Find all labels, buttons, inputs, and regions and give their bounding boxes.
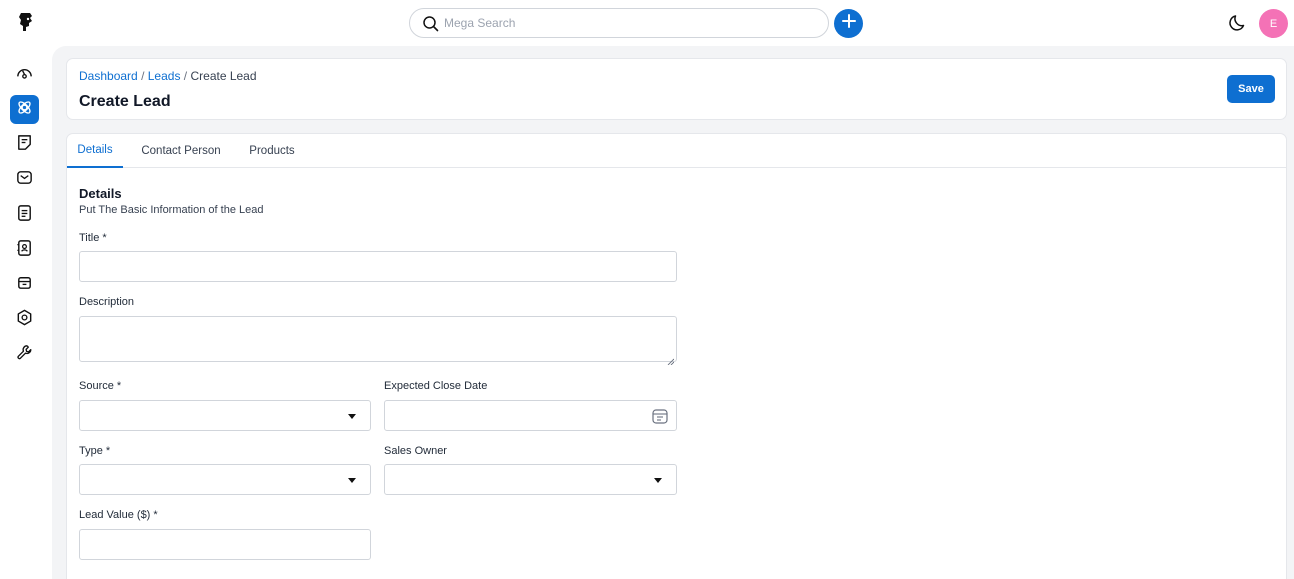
breadcrumb-separator: /: [183, 69, 188, 83]
sidebar-item-products[interactable]: [10, 270, 39, 299]
avatar-initial: E: [1269, 17, 1278, 30]
quick-create-button[interactable]: [834, 9, 863, 38]
calendar-icon[interactable]: [651, 407, 669, 425]
leads-icon: [15, 98, 34, 122]
title-input[interactable]: [79, 251, 677, 282]
sidebar-item-quotes[interactable]: [10, 130, 39, 159]
expected-close-date-label: Expected Close Date: [384, 380, 488, 392]
type-select[interactable]: [79, 464, 371, 495]
avatar[interactable]: E: [1259, 9, 1288, 38]
main-content: Dashboard / Leads / Create Lead Create L…: [52, 46, 1294, 579]
search-icon: [422, 15, 439, 32]
sidebar-item-settings[interactable]: [10, 305, 39, 334]
breadcrumb-leads-link[interactable]: Leads: [148, 69, 181, 83]
caret-down-icon: [654, 478, 662, 483]
expected-close-date-input[interactable]: [384, 400, 677, 431]
caret-down-icon: [348, 414, 356, 419]
lead-form-card: Details Contact Person Products Details …: [66, 133, 1287, 579]
dashboard-icon: [15, 64, 34, 88]
sidebar-item-configuration[interactable]: [10, 340, 39, 369]
sidebar-item-contacts[interactable]: [10, 235, 39, 264]
description-label: Description: [79, 296, 135, 308]
breadcrumb-separator: /: [141, 69, 145, 83]
page-title: Create Lead: [79, 93, 171, 110]
page-header: Dashboard / Leads / Create Lead Create L…: [66, 58, 1287, 120]
sidebar: [0, 46, 52, 579]
section-subtitle: Put The Basic Information of the Lead: [79, 204, 264, 216]
sidebar-item-mail[interactable]: [10, 165, 39, 194]
sidebar-item-dashboard[interactable]: [10, 61, 39, 90]
title-label: Title *: [79, 232, 107, 244]
tab-products[interactable]: Products: [237, 134, 307, 168]
activities-icon: [15, 203, 34, 227]
settings-icon: [15, 308, 34, 332]
mail-icon: [15, 168, 34, 192]
save-button[interactable]: Save: [1227, 75, 1275, 103]
source-select[interactable]: [79, 400, 371, 431]
tab-details[interactable]: Details: [67, 134, 123, 168]
logo-icon[interactable]: [15, 11, 37, 33]
contacts-icon: [15, 238, 34, 262]
wrench-icon: [15, 343, 34, 367]
plus-icon: [841, 13, 857, 34]
tab-bar: Details Contact Person Products: [67, 134, 1286, 168]
tab-contact-person[interactable]: Contact Person: [133, 134, 229, 168]
source-label: Source *: [79, 380, 122, 392]
resize-handle-icon[interactable]: [667, 352, 675, 366]
caret-down-icon: [348, 478, 356, 483]
products-icon: [15, 273, 34, 297]
lead-value-label: Lead Value ($) *: [79, 509, 158, 521]
type-label: Type *: [79, 445, 111, 457]
top-bar: Mega Search E: [0, 0, 1294, 46]
section-title: Details: [79, 186, 122, 201]
sidebar-item-leads[interactable]: [10, 95, 39, 124]
description-textarea[interactable]: [79, 316, 677, 366]
dark-mode-toggle-icon[interactable]: [1228, 13, 1248, 33]
breadcrumb: Dashboard / Leads / Create Lead: [79, 69, 257, 83]
mega-search[interactable]: Mega Search: [409, 8, 829, 38]
search-input[interactable]: Mega Search: [444, 16, 515, 30]
breadcrumb-dashboard-link[interactable]: Dashboard: [79, 69, 138, 83]
breadcrumb-current: Create Lead: [190, 69, 257, 83]
quotes-icon: [15, 133, 34, 157]
sales-owner-select[interactable]: [384, 464, 677, 495]
sidebar-item-activities[interactable]: [10, 200, 39, 229]
sales-owner-label: Sales Owner: [384, 445, 447, 457]
lead-value-input[interactable]: [79, 529, 371, 560]
